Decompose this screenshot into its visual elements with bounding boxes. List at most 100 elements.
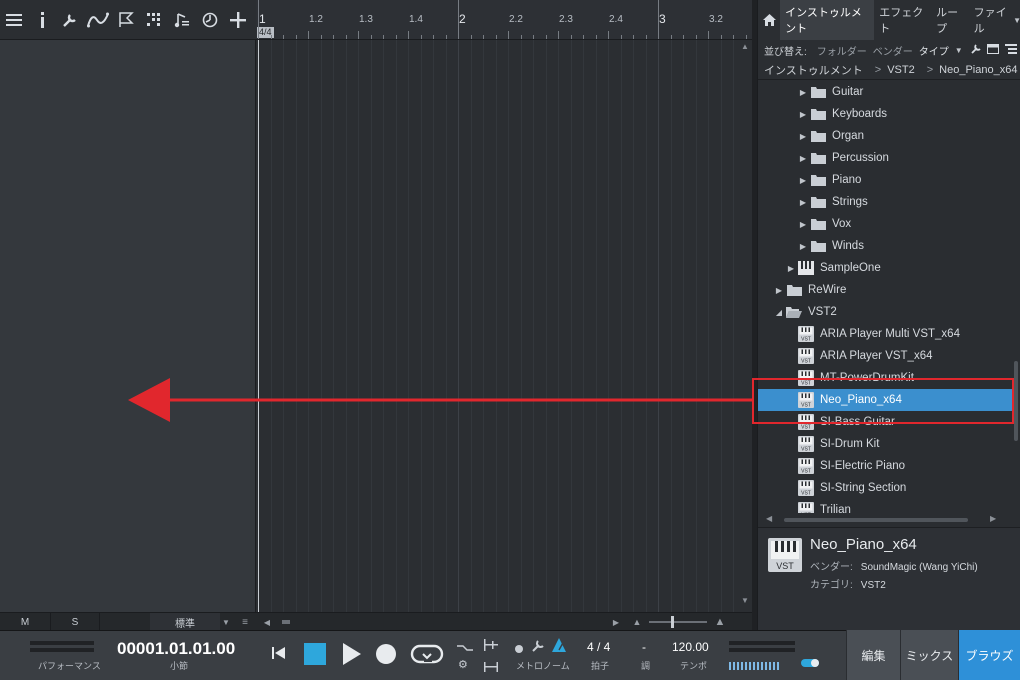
tree-item-si-string-section[interactable]: VST SI-String Section bbox=[758, 477, 1012, 499]
music-note-icon[interactable] bbox=[168, 0, 196, 40]
tree-item-si-bass-guitar[interactable]: VST SI-Bass Guitar bbox=[758, 411, 1012, 433]
menu-icon[interactable]: ≡ bbox=[238, 613, 252, 631]
metronome-dot-icon[interactable] bbox=[514, 641, 524, 659]
song-position-cursor[interactable] bbox=[258, 40, 259, 612]
tab-effects[interactable]: エフェクト bbox=[874, 0, 931, 40]
timeline-ruler[interactable]: 4/4 1 1.2 1.3 1.4 2 2.2 2.3 2.4 3 3.2 bbox=[256, 0, 752, 40]
key-value[interactable]: - bbox=[642, 640, 646, 654]
mode-select[interactable]: 標準 bbox=[150, 613, 220, 631]
tree-item-si-drum-kit[interactable]: VST SI-Drum Kit bbox=[758, 433, 1012, 455]
time-signature-value[interactable]: 4 / 4 bbox=[587, 640, 610, 654]
list-view-icon[interactable] bbox=[1004, 43, 1017, 57]
breadcrumb-item-instruments[interactable]: インストゥルメント bbox=[764, 62, 863, 78]
clock-icon[interactable] bbox=[196, 0, 224, 40]
tabs-chevron-down-icon[interactable]: ▼ bbox=[1013, 16, 1020, 25]
breadcrumb-item-vst2[interactable]: VST2 bbox=[887, 64, 915, 76]
zoom-out-icon[interactable]: ▲ bbox=[630, 613, 644, 631]
tree-item-organ[interactable]: ▶ Organ bbox=[758, 125, 1012, 147]
tree-item-piano[interactable]: ▶ Piano bbox=[758, 169, 1012, 191]
collapsed-triangle-icon[interactable]: ▶ bbox=[798, 198, 808, 207]
volume-level-meter[interactable] bbox=[729, 657, 781, 675]
solo-button[interactable]: S bbox=[50, 613, 100, 631]
tab-loops[interactable]: ループ bbox=[931, 0, 969, 40]
tree-item-percussion[interactable]: ▶ Percussion bbox=[758, 147, 1012, 169]
collapsed-triangle-icon[interactable]: ▶ bbox=[798, 154, 808, 163]
collapsed-triangle-icon[interactable]: ▶ bbox=[798, 176, 808, 185]
metronome-settings-wrench-icon[interactable] bbox=[532, 639, 544, 657]
tempo-value[interactable]: 120.00 bbox=[672, 640, 709, 654]
tree-item-winds[interactable]: ▶ Winds bbox=[758, 235, 1012, 257]
flag-icon[interactable] bbox=[112, 0, 140, 40]
window-icon[interactable] bbox=[986, 43, 999, 57]
record-button[interactable] bbox=[375, 643, 397, 670]
preroll-icon[interactable] bbox=[484, 638, 498, 656]
stop-button[interactable] bbox=[304, 643, 326, 670]
breadcrumb-item-current[interactable]: Neo_Piano_x64 bbox=[939, 64, 1017, 76]
tree-item-trilian[interactable]: VST Trilian bbox=[758, 499, 1012, 513]
tree-item-vox[interactable]: ▶ Vox bbox=[758, 213, 1012, 235]
browser-hscroll-thumb[interactable] bbox=[784, 518, 968, 522]
info-icon[interactable] bbox=[28, 0, 56, 40]
scroll-down-icon[interactable]: ▼ bbox=[741, 596, 749, 605]
zoom-slider[interactable] bbox=[646, 613, 710, 631]
tree-item-keyboards[interactable]: ▶ Keyboards bbox=[758, 103, 1012, 125]
browser-scroll-thumb[interactable] bbox=[1014, 361, 1018, 441]
view-browse-button[interactable]: ブラウズ bbox=[958, 630, 1020, 680]
list-icon[interactable] bbox=[0, 0, 28, 40]
sort-folder-button[interactable]: フォルダー bbox=[817, 43, 867, 58]
automation-curve-icon[interactable] bbox=[84, 0, 112, 40]
tree-item-aria-player-multi-vst-x64[interactable]: VST ARIA Player Multi VST_x64 bbox=[758, 323, 1012, 345]
scroll-up-icon[interactable]: ▲ bbox=[741, 42, 749, 51]
collapsed-triangle-icon[interactable]: ▶ bbox=[798, 110, 808, 119]
horizontal-scroll-thumb[interactable] bbox=[280, 613, 292, 631]
tree-item-si-electric-piano[interactable]: VST SI-Electric Piano bbox=[758, 455, 1012, 477]
tree-item-guitar[interactable]: ▶ Guitar bbox=[758, 81, 1012, 103]
tab-instruments[interactable]: インストゥルメント bbox=[780, 0, 875, 40]
track-list-area[interactable] bbox=[0, 40, 256, 612]
collapsed-triangle-icon[interactable]: ▶ bbox=[798, 132, 808, 141]
sort-chevron-down-icon[interactable]: ▼ bbox=[955, 46, 963, 55]
metronome-icon[interactable] bbox=[552, 638, 566, 657]
tree-item-aria-player-vst-x64[interactable]: VST ARIA Player VST_x64 bbox=[758, 345, 1012, 367]
browser-tree[interactable]: ▶ Guitar ▶ Keyboards ▶ Organ ▶ Percussion ▶ Piano… bbox=[758, 81, 1012, 513]
view-edit-button[interactable]: 編集 bbox=[846, 630, 900, 680]
monitor-toggle[interactable] bbox=[801, 655, 821, 673]
grid-icon[interactable] bbox=[140, 0, 168, 40]
collapsed-triangle-icon[interactable]: ▶ bbox=[774, 286, 784, 295]
tree-item-sampleone[interactable]: ▶ SampleOne bbox=[758, 257, 1012, 279]
sort-type-button[interactable]: タイプ bbox=[919, 43, 949, 58]
scroll-left-icon[interactable]: ◀ bbox=[262, 613, 272, 631]
chevron-down-icon[interactable]: ▼ bbox=[220, 613, 232, 631]
wrench-icon[interactable] bbox=[56, 0, 84, 40]
browser-scroll-left-icon[interactable]: ◀ bbox=[766, 514, 772, 523]
tab-files[interactable]: ファイル bbox=[969, 0, 1013, 40]
tree-item-neo-piano-x64[interactable]: VST Neo_Piano_x64 bbox=[758, 389, 1012, 411]
mute-button[interactable]: M bbox=[0, 613, 50, 631]
position-display[interactable]: 00001.01.01.00 bbox=[117, 639, 235, 659]
scroll-right-icon[interactable]: ▶ bbox=[610, 613, 622, 631]
settings-gear-icon[interactable]: ⚙ bbox=[458, 658, 468, 671]
tree-item-mt-powerdrumkit[interactable]: VST MT-PowerDrumKit bbox=[758, 367, 1012, 389]
expanded-triangle-icon[interactable]: ◢ bbox=[774, 308, 784, 317]
collapsed-triangle-icon[interactable]: ▶ bbox=[798, 88, 808, 97]
home-icon[interactable] bbox=[758, 0, 780, 40]
precount-icon[interactable] bbox=[457, 640, 473, 658]
collapsed-triangle-icon[interactable]: ▶ bbox=[798, 242, 808, 251]
sort-wrench-icon[interactable] bbox=[971, 43, 981, 57]
collapsed-triangle-icon[interactable]: ▶ bbox=[786, 264, 796, 273]
view-mix-button[interactable]: ミックス bbox=[900, 630, 958, 680]
zoom-in-icon[interactable]: ▲ bbox=[712, 613, 728, 631]
collapsed-triangle-icon[interactable]: ▶ bbox=[798, 220, 808, 229]
autopunch-icon[interactable] bbox=[484, 659, 498, 677]
tree-item-rewire[interactable]: ▶ ReWire bbox=[758, 279, 1012, 301]
arrange-view[interactable] bbox=[256, 40, 752, 612]
loop-icon[interactable] bbox=[410, 643, 444, 670]
sort-vendor-button[interactable]: ベンダー bbox=[873, 43, 913, 58]
play-button[interactable] bbox=[343, 643, 361, 670]
browser-horizontal-scrollbar[interactable]: ◀ ▶ bbox=[758, 513, 1020, 527]
return-to-start-icon[interactable] bbox=[272, 646, 286, 665]
tree-item-vst2[interactable]: ◢ VST2 bbox=[758, 301, 1012, 323]
browser-scroll-right-icon[interactable]: ▶ bbox=[990, 514, 996, 523]
browser-vertical-scrollbar[interactable] bbox=[1012, 81, 1020, 513]
arrange-vertical-scrollbar[interactable]: ▲ ▼ bbox=[738, 40, 752, 612]
